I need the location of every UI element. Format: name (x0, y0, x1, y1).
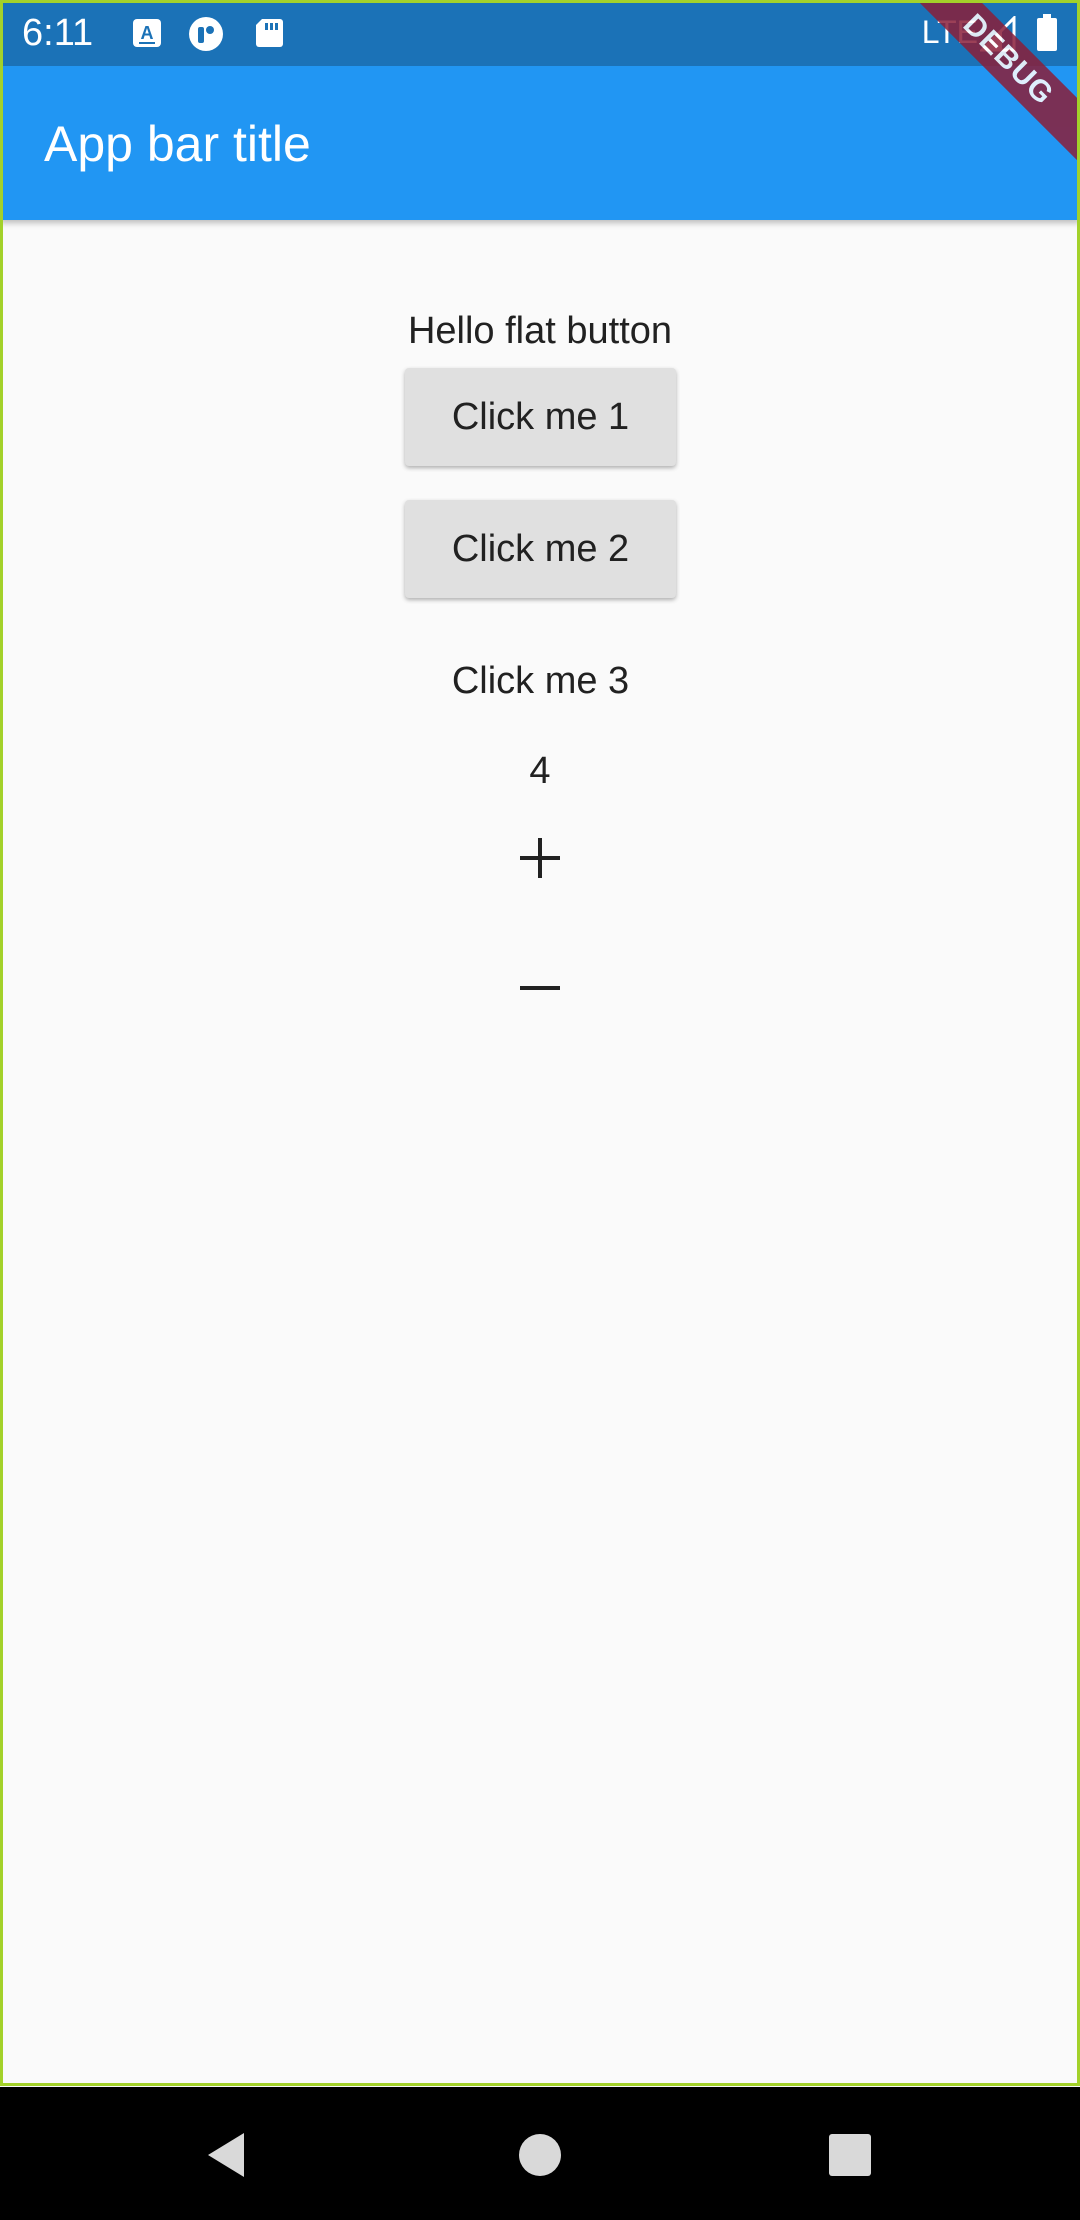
status-time: 6:11 (22, 12, 94, 54)
back-icon[interactable] (194, 2123, 258, 2187)
svg-text:A: A (141, 23, 154, 43)
counter-value: 4 (529, 750, 551, 792)
navigation-bar (0, 2087, 1080, 2220)
minus-icon (520, 986, 560, 990)
recents-icon[interactable] (818, 2123, 882, 2187)
decrement-button[interactable] (492, 940, 588, 1036)
main-content: Hello flat button Click me 1 Click me 2 … (0, 220, 1080, 2084)
app-bar-title: App bar title (44, 116, 311, 172)
hello-text: Hello flat button (407, 310, 673, 352)
click-me-3-button[interactable]: Click me 3 (405, 632, 676, 730)
accessibility-a-icon: A (130, 16, 164, 50)
increment-button[interactable] (492, 810, 588, 906)
app-bar: App bar title (0, 66, 1080, 220)
battery-icon (1036, 14, 1058, 52)
click-me-1-button[interactable]: Click me 1 (405, 368, 676, 466)
home-icon[interactable] (508, 2123, 572, 2187)
sd-card-icon (252, 16, 286, 50)
status-bar: 6:11 A LTE (0, 0, 1080, 66)
screen: 6:11 A LTE (0, 0, 1080, 2220)
plus-icon (520, 838, 560, 878)
app-notification-icon (188, 16, 223, 51)
click-me-2-button[interactable]: Click me 2 (405, 500, 676, 598)
